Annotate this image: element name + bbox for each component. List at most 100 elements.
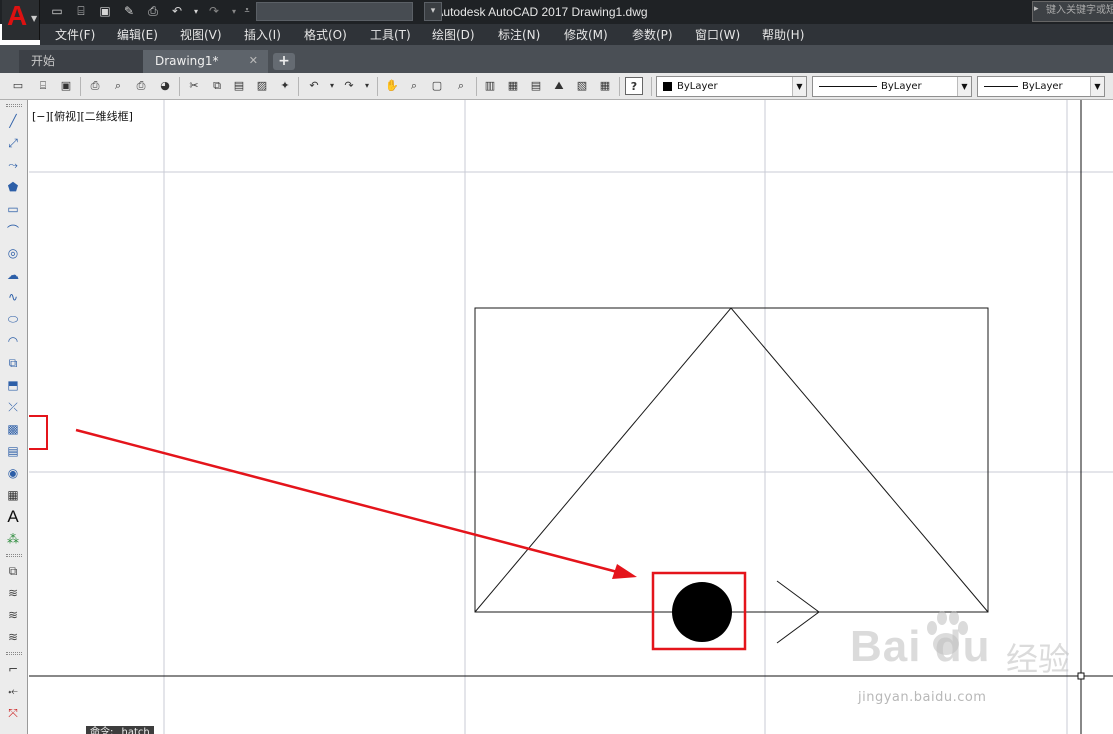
- layer-states-icon[interactable]: ≋: [4, 584, 22, 602]
- save-icon[interactable]: ▣: [97, 4, 113, 19]
- region-icon[interactable]: ◉: [4, 464, 22, 482]
- gradient-icon[interactable]: ▤: [4, 442, 22, 460]
- zoom-realtime-icon[interactable]: ⌕: [405, 77, 423, 95]
- triangle-shape[interactable]: [474, 307, 989, 613]
- sheet-set-icon[interactable]: ⛰: [550, 77, 568, 95]
- menu-help[interactable]: 帮助(H): [762, 27, 804, 43]
- construction-line-icon[interactable]: ⤢: [4, 134, 22, 152]
- point-icon[interactable]: ⤫: [4, 398, 22, 416]
- publish-icon[interactable]: ⎙: [132, 77, 150, 95]
- hatched-circle[interactable]: [672, 582, 732, 642]
- viewport-controls-label[interactable]: [−][俯视][二维线框]: [32, 108, 133, 124]
- menu-tools[interactable]: 工具(T): [370, 27, 411, 43]
- rectangle-shape[interactable]: [474, 307, 989, 613]
- qnew-icon[interactable]: ▭: [9, 77, 27, 95]
- plot-icon[interactable]: ⎙: [86, 77, 104, 95]
- open-icon[interactable]: ⌸: [73, 4, 89, 19]
- redo-dropdown-icon[interactable]: ▾: [358, 77, 376, 95]
- layer-freeze-icon[interactable]: ≋: [4, 628, 22, 646]
- polygon-icon[interactable]: ⬟: [4, 178, 22, 196]
- break-icon[interactable]: ⤧: [4, 704, 22, 722]
- baidu-watermark: Bai du 经验 jingyan.baidu.com: [838, 604, 1098, 714]
- properties-icon[interactable]: ▥: [481, 77, 499, 95]
- tab-start[interactable]: 开始: [19, 50, 143, 73]
- new-icon[interactable]: ▭: [49, 4, 65, 19]
- toolbar-separator: [377, 77, 378, 96]
- plot-preview-icon[interactable]: ⌕: [109, 77, 127, 95]
- match-properties-icon[interactable]: ▨: [253, 77, 271, 95]
- redo-icon[interactable]: ↷: [340, 77, 358, 95]
- ellipse-arc-icon[interactable]: ◠: [4, 332, 22, 350]
- redo-icon[interactable]: ↷: [206, 4, 222, 19]
- chevron-down-icon: ▼: [1090, 77, 1104, 96]
- markup-set-icon[interactable]: ▧: [573, 77, 591, 95]
- rectangle-icon[interactable]: ▭: [4, 200, 22, 218]
- application-menu-button[interactable]: A ▼: [2, 0, 40, 40]
- menu-format[interactable]: 格式(O): [304, 27, 347, 43]
- lineweight-control-dropdown[interactable]: ByLayer ▼: [977, 76, 1105, 97]
- toolbar-grip[interactable]: [6, 554, 22, 557]
- close-icon[interactable]: ✕: [249, 50, 258, 72]
- ellipse-icon[interactable]: ⬭: [4, 310, 22, 328]
- cut-icon[interactable]: ✂: [185, 77, 203, 95]
- toolbar-grip[interactable]: [6, 104, 22, 107]
- layer-isolate-icon[interactable]: ≋: [4, 606, 22, 624]
- add-selected-icon[interactable]: ⁂: [4, 530, 22, 548]
- spline-icon[interactable]: ∿: [4, 288, 22, 306]
- zoom-previous-icon[interactable]: ⌕: [452, 77, 470, 95]
- workspace-dropdown-icon[interactable]: ▾: [424, 2, 442, 21]
- plot-icon[interactable]: ⎙: [145, 4, 161, 19]
- layer-properties-icon[interactable]: ⧉: [4, 562, 22, 580]
- quick-calc-icon[interactable]: ▦: [596, 77, 614, 95]
- menu-view[interactable]: 视图(V): [180, 27, 222, 43]
- color-control-dropdown[interactable]: ByLayer ▼: [656, 76, 807, 97]
- join-icon[interactable]: ⤝: [4, 682, 22, 700]
- paste-icon[interactable]: ▤: [230, 77, 248, 95]
- search-input[interactable]: 键入关键字或短语: [1046, 1, 1113, 21]
- block-editor-icon[interactable]: ✦: [276, 77, 294, 95]
- menu-edit[interactable]: 编辑(E): [117, 27, 158, 43]
- menu-draw[interactable]: 绘图(D): [432, 27, 475, 43]
- 3d-print-icon[interactable]: ◕: [156, 77, 174, 95]
- annotation-arrow-shaft: [75, 428, 626, 576]
- arc-icon[interactable]: ⌒: [4, 222, 22, 240]
- search-dropdown-icon[interactable]: ▸: [1034, 4, 1039, 14]
- menu-insert[interactable]: 插入(I): [244, 27, 281, 43]
- toolbar-grip[interactable]: [6, 652, 22, 655]
- open-icon[interactable]: ⌸: [34, 77, 52, 95]
- undo-dropdown-icon[interactable]: ▾: [323, 77, 341, 95]
- polyline-icon[interactable]: ⤳: [4, 156, 22, 174]
- undo-dropdown-icon[interactable]: ▾: [188, 4, 204, 19]
- tab-drawing1[interactable]: Drawing1* ✕: [143, 50, 268, 73]
- line-icon[interactable]: ╱: [4, 112, 22, 130]
- circle-icon[interactable]: ◎: [4, 244, 22, 262]
- file-tab-bar: 开始 Drawing1* ✕ +: [0, 45, 1113, 73]
- design-center-icon[interactable]: ▦: [504, 77, 522, 95]
- menu-dimension[interactable]: 标注(N): [498, 27, 540, 43]
- menu-file[interactable]: 文件(F): [55, 27, 95, 43]
- menu-modify[interactable]: 修改(M): [564, 27, 608, 43]
- workspace-selector[interactable]: [256, 2, 413, 21]
- tool-palettes-icon[interactable]: ▤: [527, 77, 545, 95]
- fillet-icon[interactable]: ⌐: [4, 660, 22, 678]
- revision-cloud-icon[interactable]: ☁: [4, 266, 22, 284]
- help-icon[interactable]: ?: [625, 77, 643, 95]
- menu-parametric[interactable]: 参数(P): [632, 27, 673, 43]
- command-line[interactable]: 命令: _hatch: [86, 726, 154, 734]
- undo-icon[interactable]: ↶: [305, 77, 323, 95]
- copy-icon[interactable]: ⧉: [208, 77, 226, 95]
- undo-icon[interactable]: ↶: [169, 4, 185, 19]
- insert-block-icon[interactable]: ⧉: [4, 354, 22, 372]
- pan-icon[interactable]: ✋: [383, 77, 401, 95]
- save-as-icon[interactable]: ✎: [121, 4, 137, 19]
- make-block-icon[interactable]: ⬒: [4, 376, 22, 394]
- zoom-window-icon[interactable]: ▢: [428, 77, 446, 95]
- save-icon[interactable]: ▣: [57, 77, 75, 95]
- multiline-text-icon[interactable]: A: [4, 508, 22, 526]
- customize-icon[interactable]: ⩡: [239, 4, 255, 19]
- new-tab-button[interactable]: +: [273, 53, 295, 70]
- table-icon[interactable]: ▦: [4, 486, 22, 504]
- linetype-control-dropdown[interactable]: ByLayer ▼: [812, 76, 972, 97]
- hatch-icon[interactable]: ▩: [4, 420, 22, 438]
- menu-window[interactable]: 窗口(W): [695, 27, 740, 43]
